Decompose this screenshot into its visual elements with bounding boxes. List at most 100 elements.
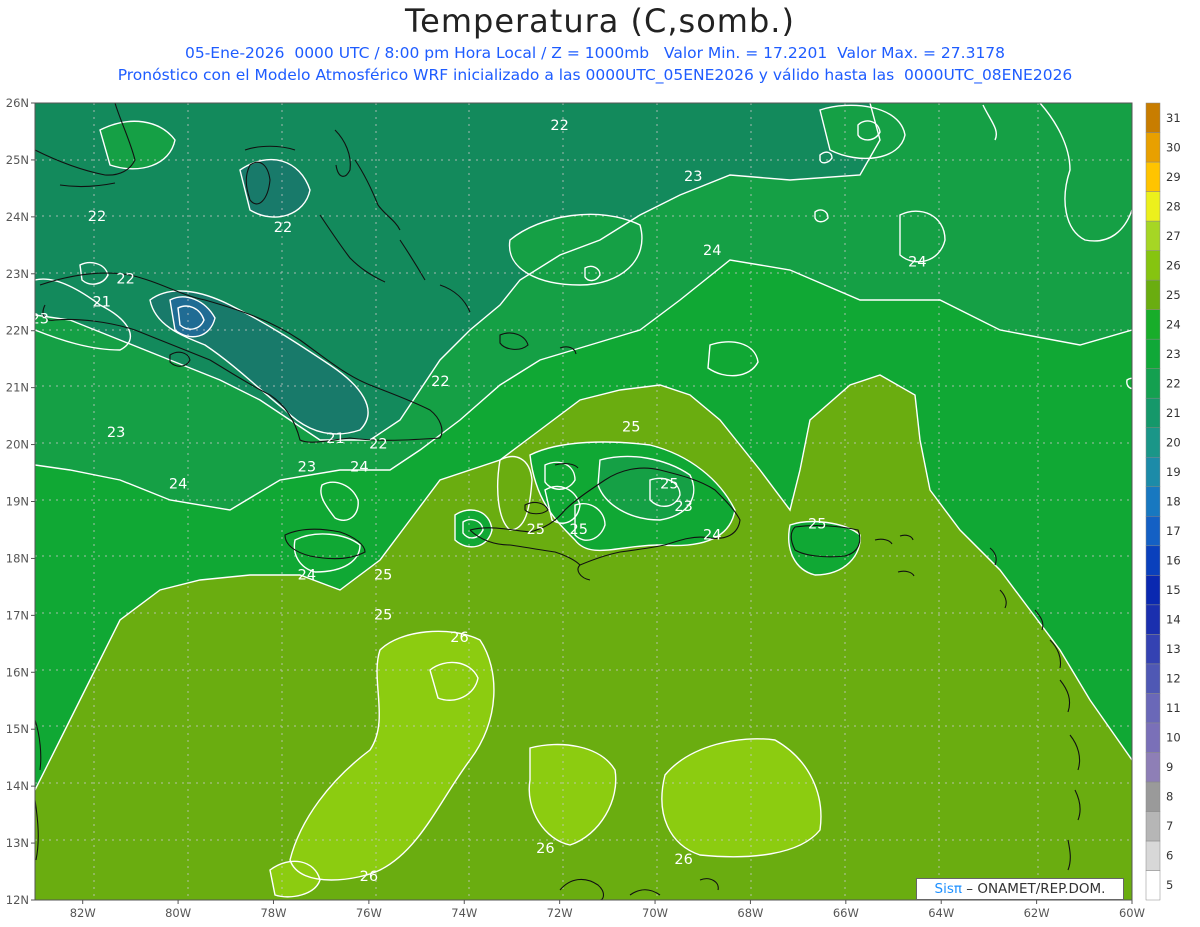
- lon-tick-label: 82W: [70, 906, 96, 920]
- colorbar-swatch: [1145, 575, 1161, 606]
- contour-label: 22: [550, 118, 568, 134]
- contour-label: 25: [527, 522, 545, 538]
- contour-label: 23: [674, 499, 692, 515]
- lon-tick-label: 72W: [547, 906, 573, 920]
- colorbar-swatch: [1145, 781, 1161, 812]
- colorbar-swatch: [1145, 545, 1161, 576]
- lon-axis-labels: 82W 80W 78W 76W 74W 72W 70W 68W 66W 64W 62W 60W: [70, 900, 1145, 920]
- contour-label: 22: [88, 209, 106, 225]
- lat-tick-label: 24N: [6, 210, 29, 224]
- credit-box: Sisπ – ONAMET/REP.DOM.: [916, 878, 1124, 900]
- lon-tick-label: 66W: [833, 906, 859, 920]
- colorbar-swatch: [1145, 161, 1161, 192]
- colorbar-swatch: [1145, 486, 1161, 517]
- colorbar-swatch: [1145, 722, 1161, 753]
- lat-tick-label: 18N: [6, 551, 29, 565]
- colorbar-swatch: [1145, 102, 1161, 133]
- colorbar-label: 29: [1166, 170, 1181, 184]
- colorbar-label: 23: [1166, 347, 1181, 361]
- colorbar-swatch: [1145, 368, 1161, 399]
- colorbar-swatch: [1145, 279, 1161, 310]
- contour-label: 26: [674, 852, 692, 868]
- colorbar-swatch: [1145, 811, 1161, 842]
- colorbar-label: 22: [1166, 376, 1181, 390]
- colorbar-swatch: [1145, 427, 1161, 458]
- lon-tick-label: 76W: [356, 906, 382, 920]
- contour-label: 25: [374, 607, 392, 623]
- lat-tick-label: 19N: [6, 495, 29, 509]
- lat-tick-label: 22N: [6, 324, 29, 338]
- lat-tick-label: 23N: [6, 267, 29, 281]
- credit-text: – ONAMET/REP.DOM.: [962, 881, 1106, 897]
- lon-tick-label: 78W: [260, 906, 286, 920]
- colorbar-label: 19: [1166, 465, 1181, 479]
- contour-label: 24: [908, 254, 926, 270]
- contour-label: 26: [450, 630, 468, 646]
- colorbar-swatch: [1145, 604, 1161, 635]
- temperature-map: 2223222224242221232223 21 222523 2424 252325…: [6, 96, 1181, 920]
- colorbar-swatch: [1145, 132, 1161, 163]
- colorbar-swatch: [1145, 634, 1161, 665]
- contour-label: 23: [684, 169, 702, 185]
- colorbar-label: 10: [1166, 731, 1181, 745]
- lat-tick-label: 12N: [6, 893, 29, 907]
- lat-tick-label: 13N: [6, 836, 29, 850]
- contour-label: 25: [660, 476, 678, 492]
- contour-label: 24: [703, 243, 721, 259]
- lat-tick-label: 16N: [6, 665, 29, 679]
- colorbar: 5 6 7 8 9 10 11 12 13 14 15 16 17 18 19 20 21 22 23 24 25 26 2…: [1145, 102, 1181, 901]
- contour-label: 26: [536, 841, 554, 857]
- colorbar-swatch: [1145, 870, 1161, 901]
- lon-tick-label: 62W: [1024, 906, 1050, 920]
- colorbar-label: 7: [1166, 819, 1173, 833]
- contour-label: 24: [169, 476, 187, 492]
- colorbar-label: 12: [1166, 672, 1181, 686]
- contour-label: 22: [431, 374, 449, 390]
- contour-label: 24: [703, 528, 721, 544]
- colorbar-label: 16: [1166, 554, 1181, 568]
- colorbar-swatch: [1145, 840, 1161, 871]
- colorbar-label: 15: [1166, 583, 1181, 597]
- contour-label: 26: [360, 869, 378, 885]
- colorbar-swatch: [1145, 516, 1161, 547]
- lon-tick-label: 74W: [451, 906, 477, 920]
- colorbar-label: 5: [1166, 878, 1173, 892]
- colorbar-label: 20: [1166, 435, 1181, 449]
- contour-label: 25: [622, 419, 640, 435]
- colorbar-swatch: [1145, 693, 1161, 724]
- colorbar-label: 8: [1166, 790, 1173, 804]
- credit-brand: Sisπ: [934, 881, 962, 897]
- colorbar-label: 31: [1166, 111, 1181, 125]
- colorbar-swatch: [1145, 397, 1161, 428]
- contour-label: 25: [570, 522, 588, 538]
- contour-label: 23: [107, 425, 125, 441]
- colorbar-label: 25: [1166, 288, 1181, 302]
- contour-label: 21: [326, 431, 344, 447]
- lon-tick-label: 70W: [642, 906, 668, 920]
- contour-label: 23: [298, 459, 316, 475]
- contour-label: 22: [116, 271, 134, 287]
- colorbar-swatch: [1145, 220, 1161, 251]
- colorbar-label: 11: [1166, 701, 1181, 715]
- contour-label: 25: [808, 516, 826, 532]
- colorbar-label: 28: [1166, 199, 1181, 213]
- lon-tick-label: 80W: [165, 906, 191, 920]
- lat-tick-label: 15N: [6, 722, 29, 736]
- contour-label: 24: [350, 459, 368, 475]
- colorbar-swatch: [1145, 663, 1161, 694]
- contour-label: 24: [298, 568, 316, 584]
- colorbar-label: 24: [1166, 317, 1181, 331]
- lat-axis-labels: 12N 13N 14N 15N 16N 17N 18N 19N 20N 21N 22N 23N 24N 2…: [6, 96, 35, 907]
- lon-tick-label: 68W: [737, 906, 763, 920]
- colorbar-swatch: [1145, 338, 1161, 369]
- lat-tick-label: 21N: [6, 381, 29, 395]
- colorbar-swatch: [1145, 309, 1161, 340]
- lat-tick-label: 26N: [6, 96, 29, 110]
- lat-tick-label: 25N: [6, 153, 29, 167]
- colorbar-label: 27: [1166, 229, 1181, 243]
- colorbar-label: 17: [1166, 524, 1181, 538]
- lat-tick-label: 17N: [6, 608, 29, 622]
- lon-tick-label: 60W: [1119, 906, 1145, 920]
- colorbar-swatch: [1145, 191, 1161, 222]
- contour-label: 23: [31, 311, 49, 327]
